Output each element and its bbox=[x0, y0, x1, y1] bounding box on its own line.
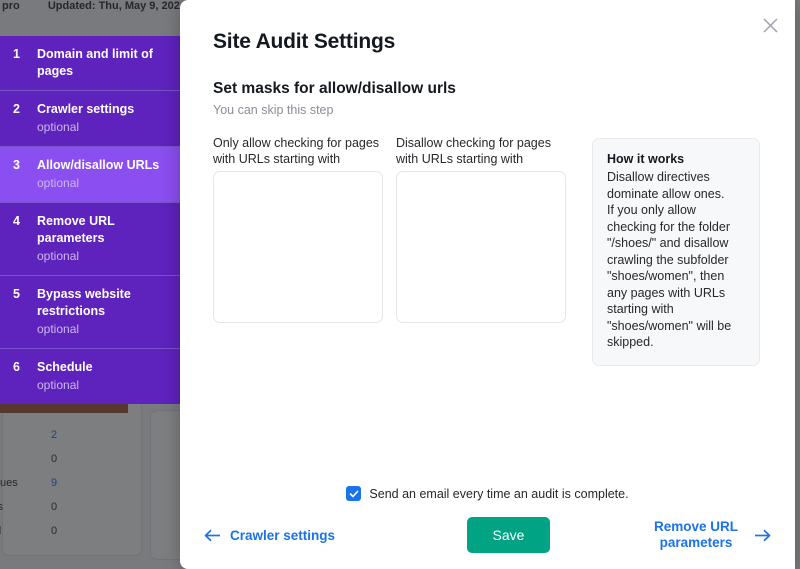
step-number: 6 bbox=[13, 359, 37, 376]
step-title: Schedule bbox=[37, 359, 172, 376]
step-body: Bypass website restrictions optional bbox=[37, 286, 172, 338]
step-title: Domain and limit of pages bbox=[37, 46, 172, 80]
step-title: Crawler settings bbox=[37, 101, 172, 118]
section-subtitle: You can skip this step bbox=[213, 103, 760, 117]
step-title: Allow/disallow URLs bbox=[37, 157, 172, 174]
sidebar-item-crawler-settings[interactable]: 2 Crawler settings optional bbox=[0, 90, 182, 146]
step-optional-label: optional bbox=[37, 248, 172, 265]
next-step-label-line1: Remove URL bbox=[654, 519, 738, 534]
prev-step-link[interactable]: Crawler settings bbox=[204, 528, 335, 543]
email-notification-row: Send an email every time an audit is com… bbox=[204, 486, 771, 501]
step-optional-label: optional bbox=[37, 321, 172, 338]
step-optional-label: optional bbox=[37, 175, 172, 192]
how-it-works-title: How it works bbox=[607, 152, 746, 166]
arrow-left-icon bbox=[204, 529, 221, 542]
sidebar-item-domain-and-limit-of-pages[interactable]: 1 Domain and limit of pages bbox=[0, 36, 182, 90]
section-title: Set masks for allow/disallow urls bbox=[213, 80, 760, 98]
next-step-link[interactable]: Remove URL parameters bbox=[654, 519, 771, 551]
allow-field-label: Only allow checking for pages with URLs … bbox=[213, 135, 383, 169]
step-optional-label: optional bbox=[37, 119, 172, 136]
disallow-field-group: Disallow checking for pages with URLs st… bbox=[396, 135, 566, 328]
step-number: 4 bbox=[13, 213, 37, 230]
step-body: Crawler settings optional bbox=[37, 101, 172, 136]
arrow-right-icon bbox=[754, 529, 771, 542]
step-number: 1 bbox=[13, 46, 37, 63]
sidebar-item-bypass-website-restrictions[interactable]: 5 Bypass website restrictions optional bbox=[0, 275, 182, 348]
step-title: Bypass website restrictions bbox=[37, 286, 172, 320]
modal-footer: Send an email every time an audit is com… bbox=[180, 486, 795, 569]
prev-step-label: Crawler settings bbox=[230, 528, 335, 543]
next-step-label: Remove URL parameters bbox=[654, 519, 738, 551]
page-title: Site Audit Settings bbox=[213, 30, 760, 54]
sidebar-item-schedule[interactable]: 6 Schedule optional bbox=[0, 348, 182, 404]
save-button[interactable]: Save bbox=[467, 517, 551, 553]
check-icon bbox=[349, 489, 359, 499]
page-root: pro Updated: Thu, May 9, 2024 anges y 2 … bbox=[0, 0, 800, 569]
modal-actions: Crawler settings Save Remove URL paramet… bbox=[204, 517, 771, 553]
sidebar-item-allow-disallow-urls[interactable]: 3 Allow/disallow URLs optional bbox=[0, 146, 182, 202]
site-audit-settings-modal: Site Audit Settings Set masks for allow/… bbox=[180, 0, 795, 569]
step-body: Allow/disallow URLs optional bbox=[37, 157, 172, 192]
masks-columns: Only allow checking for pages with URLs … bbox=[213, 135, 760, 366]
disallow-urls-input[interactable] bbox=[396, 171, 566, 323]
how-it-works-text: Disallow directives dominate allow ones.… bbox=[607, 169, 746, 351]
step-number: 2 bbox=[13, 101, 37, 118]
how-it-works-card: How it works Disallow directives dominat… bbox=[592, 138, 760, 366]
email-notification-label: Send an email every time an audit is com… bbox=[369, 487, 628, 501]
allow-field-group: Only allow checking for pages with URLs … bbox=[213, 135, 383, 328]
allow-urls-input[interactable] bbox=[213, 171, 383, 323]
disallow-field-label: Disallow checking for pages with URLs st… bbox=[396, 135, 566, 169]
next-step-label-line2: parameters bbox=[660, 535, 733, 550]
step-body: Schedule optional bbox=[37, 359, 172, 394]
sidebar-item-remove-url-parameters[interactable]: 4 Remove URL parameters optional bbox=[0, 202, 182, 275]
step-optional-label: optional bbox=[37, 377, 172, 394]
settings-stepper: 1 Domain and limit of pages 2 Crawler se… bbox=[0, 36, 182, 404]
step-number: 3 bbox=[13, 157, 37, 174]
step-number: 5 bbox=[13, 286, 37, 303]
email-notification-checkbox[interactable] bbox=[346, 486, 361, 501]
modal-body: Site Audit Settings Set masks for allow/… bbox=[180, 0, 795, 569]
step-body: Domain and limit of pages bbox=[37, 46, 172, 80]
step-body: Remove URL parameters optional bbox=[37, 213, 172, 265]
step-title: Remove URL parameters bbox=[37, 213, 172, 247]
